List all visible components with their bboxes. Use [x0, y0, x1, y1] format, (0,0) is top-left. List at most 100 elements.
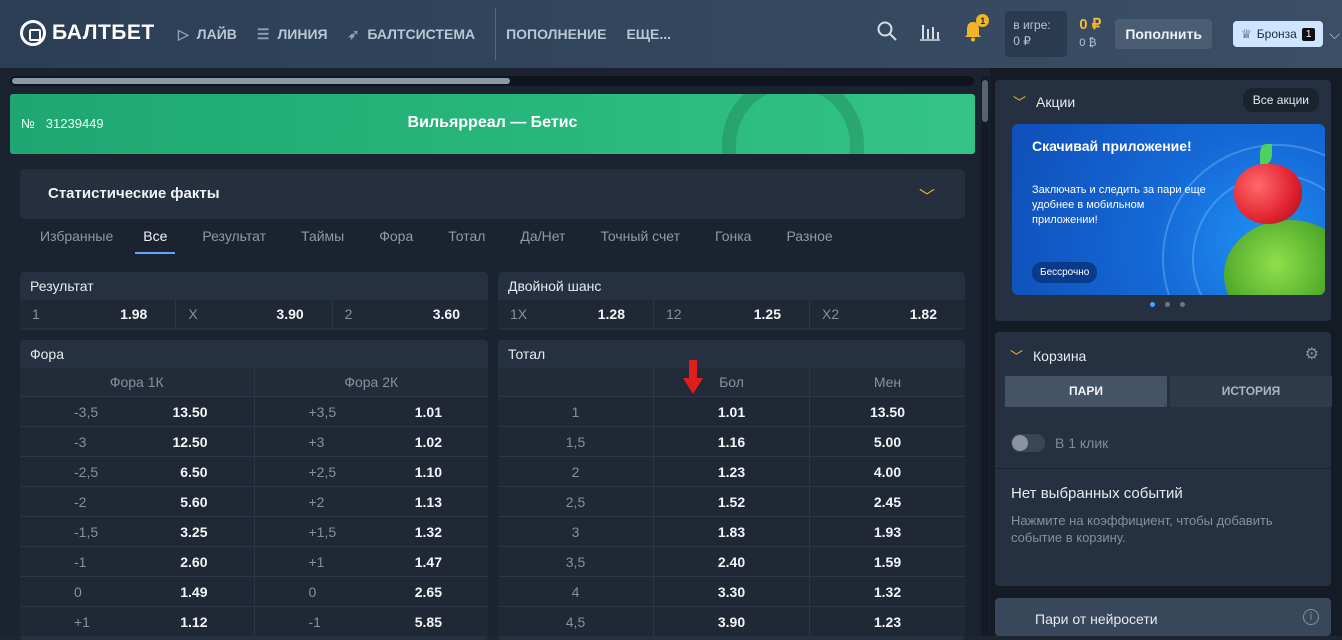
main-content: № 31239449 Вильярреал — Бетис Статистиче… — [0, 68, 990, 640]
odd-button[interactable]: 2.40 — [654, 547, 810, 576]
nav-line[interactable]: ☰ ЛИНИЯ — [257, 26, 328, 43]
odd-button[interactable]: +1,5 1.32 — [255, 517, 489, 546]
one-click-toggle[interactable] — [1011, 434, 1045, 452]
info-icon[interactable]: i — [1303, 609, 1319, 625]
topup-button[interactable]: Пополнить — [1115, 19, 1213, 49]
odd-button[interactable]: 2.45 — [810, 487, 965, 516]
promos-header[interactable]: ﹀ Акции — [1013, 92, 1075, 111]
carousel-dot[interactable] — [1165, 302, 1170, 307]
odd-button[interactable]: 1X 1.28 — [498, 300, 654, 328]
odd-button[interactable]: 1.52 — [654, 487, 810, 516]
handicap-title: Фора — [30, 346, 65, 362]
ai-bets-panel[interactable]: Пари от нейросети i — [995, 598, 1331, 636]
tab-bets[interactable]: ПАРИ — [1005, 376, 1167, 407]
chevron-down-icon[interactable]: ﹀ — [919, 183, 935, 207]
tab-result[interactable]: Результат — [202, 228, 266, 254]
odd-button[interactable]: +1 1.47 — [255, 547, 489, 576]
odd-button[interactable]: +1 1.12 — [20, 607, 255, 636]
carousel-dot[interactable] — [1180, 302, 1185, 307]
horizontal-scrollbar[interactable] — [10, 76, 974, 86]
tab-halves[interactable]: Таймы — [301, 228, 344, 254]
rocket-icon: ➶ — [347, 25, 360, 42]
odd-button[interactable]: -1,5 3.25 — [20, 517, 255, 546]
odd-button[interactable]: 1.93 — [810, 517, 965, 546]
loyalty-status-button[interactable]: ♕ Бронза 1 — [1233, 21, 1324, 47]
odd-button[interactable]: -2,5 6.50 — [20, 457, 255, 486]
bell-icon[interactable]: 1 — [963, 14, 990, 48]
odd-button[interactable]: X 3.90 — [176, 300, 333, 328]
odd-button[interactable]: 1 1.98 — [20, 300, 177, 328]
nav-baltsystem[interactable]: ➶ БАЛТСИСТЕМА — [348, 26, 476, 43]
odd-button[interactable]: X2 1.82 — [810, 300, 965, 328]
odd-button[interactable]: -3 12.50 — [20, 427, 255, 456]
tab-exact-score[interactable]: Точный счет — [600, 228, 680, 254]
odd-value: 1.02 — [414, 433, 442, 450]
baltbet-logo[interactable]: БАЛТБЕТ — [20, 20, 155, 46]
vertical-scrollbar[interactable] — [981, 76, 989, 636]
odd-button[interactable]: +2,5 1.10 — [255, 457, 489, 486]
odd-button[interactable]: -1 5.85 — [255, 607, 489, 636]
odd-button[interactable]: 0 1.49 — [20, 577, 255, 606]
apple-leaf-icon — [1260, 144, 1272, 164]
chevron-down-icon[interactable]: ⌵ — [1329, 26, 1340, 43]
match-header: № 31239449 Вильярреал — Бетис — [10, 94, 975, 154]
gear-icon[interactable]: ⚙ — [1305, 344, 1319, 364]
tab-handicap[interactable]: Фора — [379, 228, 413, 254]
right-sidebar: ﹀ Акции Все акции Скачивай приложение! З… — [990, 68, 1342, 636]
odd-button[interactable]: 13.50 — [810, 397, 965, 426]
app-promo-banner[interactable]: Скачивай приложение! Заключать и следить… — [1012, 124, 1325, 295]
vertical-scrollbar-thumb[interactable] — [982, 80, 988, 122]
odd-label: 2 — [344, 306, 353, 322]
odd-button[interactable]: 1.23 — [810, 607, 965, 636]
tab-misc[interactable]: Разное — [786, 228, 832, 254]
odd-button[interactable]: 1.01 — [654, 397, 810, 426]
play-icon: ▷ — [178, 25, 189, 42]
search-icon[interactable] — [877, 21, 897, 47]
odd-button[interactable]: -1 2.60 — [20, 547, 255, 576]
odd-button[interactable]: +3 1.02 — [255, 427, 489, 456]
tab-total[interactable]: Тотал — [448, 228, 485, 254]
odd-button[interactable]: 1.59 — [810, 547, 965, 576]
odd-button[interactable]: 1.32 — [810, 577, 965, 606]
nav-more[interactable]: ЕЩЕ... — [626, 26, 671, 42]
tab-history[interactable]: ИСТОРИЯ — [1170, 376, 1332, 407]
chevron-down-icon: ﹀ — [1013, 95, 1027, 110]
odd-button[interactable]: -3,5 13.50 — [20, 397, 255, 426]
tab-race[interactable]: Гонка — [715, 228, 751, 254]
odd-button[interactable]: 1.23 — [654, 457, 810, 486]
odd-button[interactable]: 4.00 — [810, 457, 965, 486]
handicap-line: +2 — [308, 493, 325, 510]
odd-label: X — [188, 306, 198, 322]
tab-yes-no[interactable]: Да/Нет — [520, 228, 565, 254]
stat-facts-panel[interactable]: Статистические факты ﹀ — [20, 169, 965, 219]
odd-button[interactable]: +3,5 1.01 — [255, 397, 489, 426]
tab-favorites[interactable]: Избранные — [40, 228, 113, 254]
odd-button[interactable]: +2 1.13 — [255, 487, 489, 516]
odd-button[interactable]: 1.83 — [654, 517, 810, 546]
table-row: 2 1.23 4.00 — [498, 456, 965, 486]
odd-button[interactable]: 2 3.60 — [333, 300, 488, 328]
balance[interactable]: 0 ₽ 0 ₿ — [1079, 16, 1101, 52]
odd-button[interactable]: 0 2.65 — [255, 577, 489, 606]
column-header: Фора 1К — [20, 368, 255, 396]
odd-button[interactable]: -2 5.60 — [20, 487, 255, 516]
nav-deposit[interactable]: ПОПОЛНЕНИЕ — [506, 26, 606, 42]
nav-live[interactable]: ▷ ЛАЙВ — [178, 26, 237, 43]
total-line: 4,5 — [498, 607, 654, 636]
odd-button[interactable]: 3.90 — [654, 607, 810, 636]
nav-more-label: ЕЩЕ... — [626, 26, 672, 42]
odd-button[interactable]: 3.30 — [654, 577, 810, 606]
odd-value: 1.01 — [414, 403, 442, 420]
carousel-dot[interactable] — [1150, 302, 1155, 307]
total-line: 3,5 — [498, 547, 654, 576]
odd-label: 1X — [510, 306, 528, 322]
tab-all[interactable]: Все — [135, 228, 176, 254]
red-arrow-annotation-icon — [683, 360, 703, 394]
bet-slip-header[interactable]: ﹀ Корзина — [1010, 346, 1086, 365]
odd-button[interactable]: 12 1.25 — [654, 300, 810, 328]
stats-icon[interactable] — [919, 21, 941, 47]
odd-button[interactable]: 5.00 — [810, 427, 965, 456]
all-promos-button[interactable]: Все акции — [1242, 88, 1319, 112]
scrollbar-thumb[interactable] — [12, 78, 510, 84]
odd-button[interactable]: 1.16 — [654, 427, 810, 456]
